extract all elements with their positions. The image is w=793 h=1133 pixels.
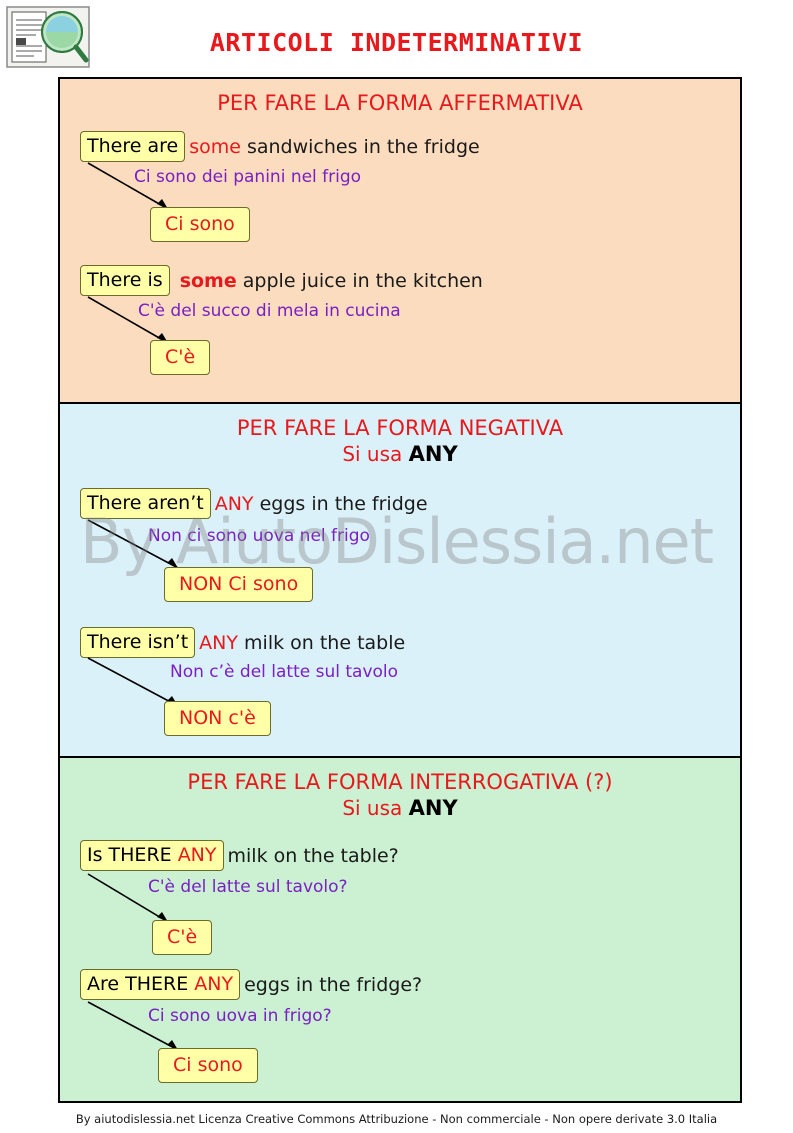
example-affirmative-1: There are some sandwiches in the fridge [80, 131, 480, 162]
sentence-rest-2: apple juice in the kitchen [236, 269, 483, 292]
keyword-any-neg-2: ANY [199, 631, 238, 654]
subheading-keyword-negative: ANY [408, 442, 458, 466]
chip-there-arent: There aren’t [80, 488, 211, 519]
chip-there-isnt: There isn’t [80, 627, 196, 658]
translation-negative-1: Non ci sono uova nel frigo [148, 526, 370, 546]
subheading-text-negative: Si usa [342, 442, 409, 466]
content-frame: PER FARE LA FORMA AFFERMATIVA There are s… [58, 77, 742, 1103]
chip-text-are-there: Are THERE [87, 973, 195, 995]
translation-affirmative-2: C'è del succo di mela in cucina [138, 301, 401, 321]
example-negative-2: There isn’t ANY milk on the table [80, 627, 405, 658]
answer-negative-2: NON c'è [164, 701, 271, 736]
answer-interrogative-2: Ci sono [158, 1048, 258, 1083]
example-negative-1: There aren’t ANY eggs in the fridge [80, 488, 428, 519]
sentence-rest-1: sandwiches in the fridge [240, 135, 480, 158]
subheading-text-interrogative: Si usa [342, 796, 409, 820]
translation-interrogative-2: Ci sono uova in frigo? [148, 1006, 332, 1026]
example-interrogative-2: Are THERE ANY eggs in the fridge? [80, 969, 422, 1000]
section-negative: PER FARE LA FORMA NEGATIVA Si usa ANY Th… [60, 404, 740, 758]
sentence-rest-int-2: eggs in the fridge? [244, 973, 423, 996]
subheading-keyword-interrogative: ANY [408, 796, 458, 820]
section-interrogative-heading: PER FARE LA FORMA INTERROGATIVA (?) [187, 770, 613, 794]
chip-there-is: There is [80, 265, 170, 296]
chip-are-there-any: Are THERE ANY [80, 969, 241, 1000]
keyword-any-int-1: ANY [177, 844, 217, 866]
example-affirmative-2: There is some apple juice in the kitchen [80, 265, 483, 296]
section-negative-heading: PER FARE LA FORMA NEGATIVA [236, 416, 564, 440]
sentence-rest-neg-1: eggs in the fridge [253, 492, 428, 515]
example-interrogative-1: Is THERE ANY milk on the table? [80, 840, 399, 871]
answer-affirmative-2: C'è [150, 340, 211, 375]
keyword-some-2: some [179, 269, 237, 292]
translation-affirmative-1: Ci sono dei panini nel frigo [134, 167, 362, 187]
answer-interrogative-1: C'è [152, 920, 213, 955]
keyword-some-1: some [189, 135, 241, 158]
translation-negative-2: Non c’è del latte sul tavolo [170, 662, 399, 682]
section-interrogative: PER FARE LA FORMA INTERROGATIVA (?) Si u… [60, 758, 740, 1101]
answer-negative-1: NON Ci sono [164, 567, 314, 602]
sentence-rest-int-1: milk on the table? [227, 844, 399, 867]
keyword-any-neg-1: ANY [214, 492, 254, 515]
translation-interrogative-1: C'è del latte sul tavolo? [148, 877, 348, 897]
sentence-rest-neg-2: milk on the table [238, 631, 406, 654]
section-negative-subheading: Si usa ANY [60, 442, 740, 466]
section-affirmative-heading: PER FARE LA FORMA AFFERMATIVA [217, 91, 583, 115]
keyword-any-int-2: ANY [194, 973, 234, 995]
answer-affirmative-1: Ci sono [150, 207, 250, 242]
footer-license: By aiutodislessia.net Licenza Creative C… [75, 1112, 718, 1126]
chip-there-are: There are [80, 131, 186, 162]
chip-is-there-any: Is THERE ANY [80, 840, 224, 871]
chip-text-is-there: Is THERE [87, 844, 178, 866]
page-title: ARTICOLI INDETERMINATIVI [209, 28, 584, 57]
section-interrogative-subheading: Si usa ANY [60, 796, 740, 820]
section-affirmative: PER FARE LA FORMA AFFERMATIVA There are s… [60, 79, 740, 404]
